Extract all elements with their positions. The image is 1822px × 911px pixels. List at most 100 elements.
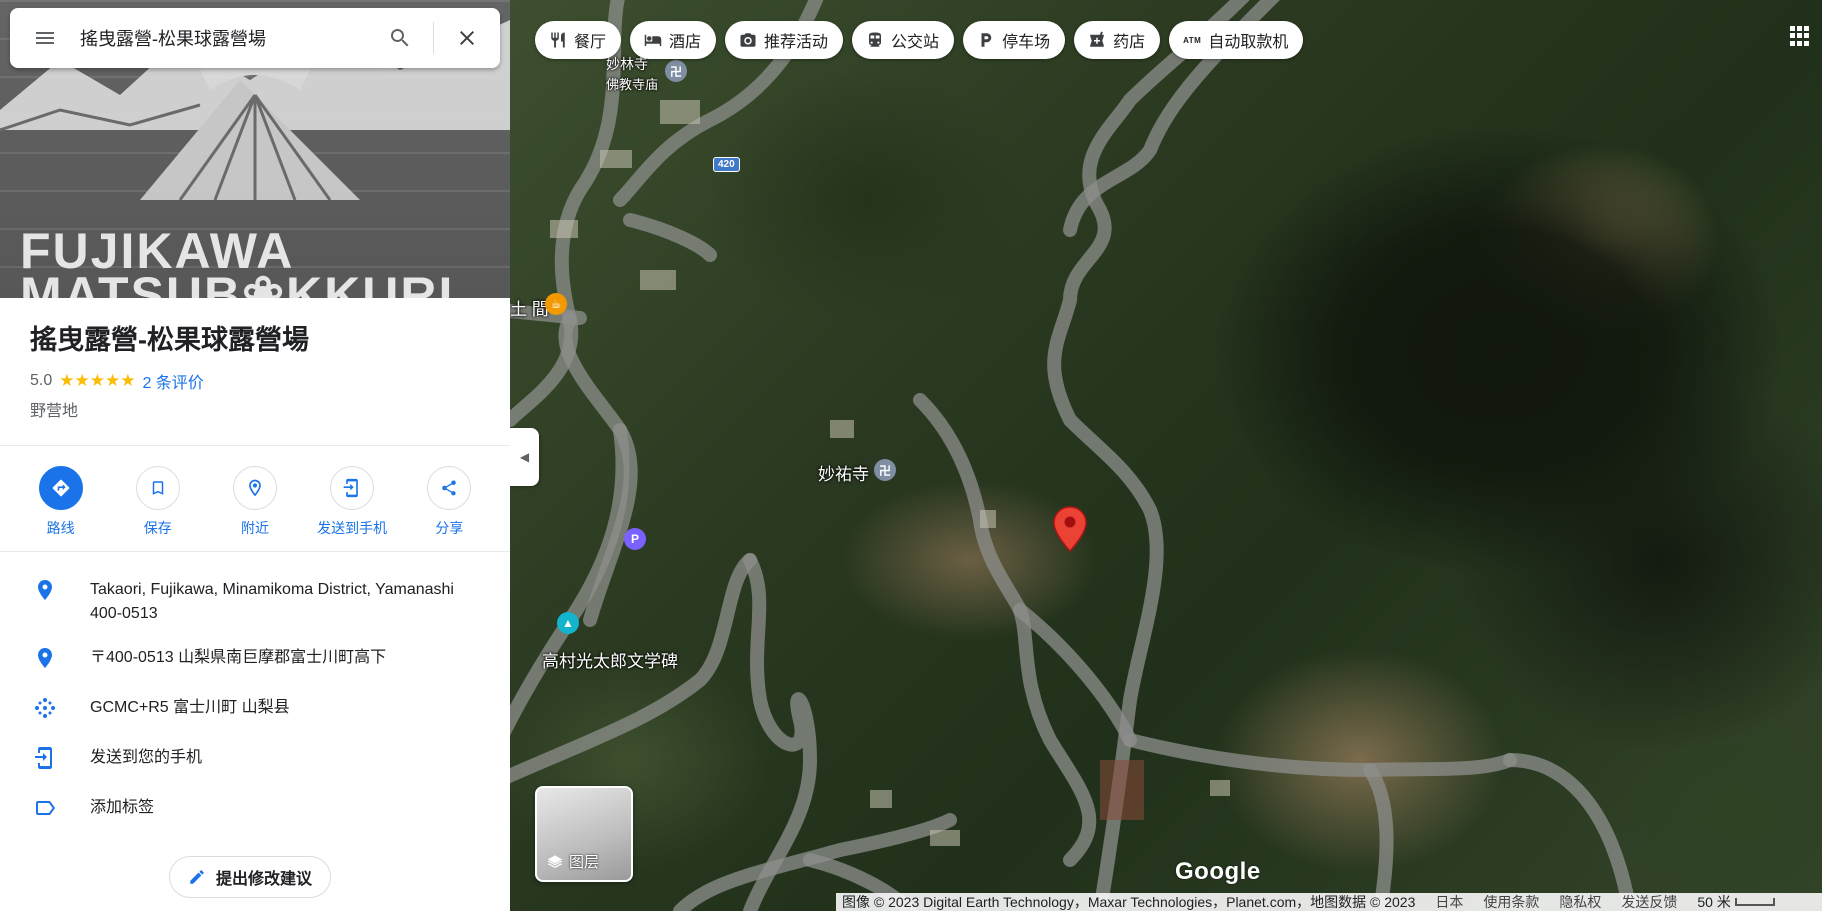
- send-phone-row[interactable]: 发送到您的手机: [0, 736, 510, 786]
- cafe-poi-icon[interactable]: ☕: [545, 293, 567, 315]
- restaurant-icon: [551, 32, 565, 48]
- close-button[interactable]: [434, 8, 500, 68]
- chevron-left-icon: ◀: [519, 450, 530, 464]
- chip-label: 自动取款机: [1208, 34, 1289, 51]
- send-to-phone-icon: [343, 478, 358, 498]
- atm-icon: ATM: [1183, 35, 1202, 45]
- apps-grid-icon[interactable]: [1790, 26, 1810, 46]
- send-to-phone-circle: [330, 466, 375, 510]
- chip-hotels[interactable]: 酒店: [630, 21, 717, 59]
- parking-icon: [981, 33, 992, 47]
- action-label: 附近: [240, 520, 269, 536]
- plus-code-icon-wrap: [0, 696, 90, 720]
- chip-label: 餐厅: [574, 34, 607, 51]
- place-info: 搖曳露營-松果球露營場 5.0 ★★★★★ 2 条评价 野营地 路线 保存 附近…: [0, 298, 510, 836]
- scale-ruler: [1734, 898, 1775, 906]
- add-label-row[interactable]: 添加标签: [0, 786, 510, 836]
- parking-poi-icon[interactable]: P: [624, 528, 646, 550]
- feedback-link[interactable]: 发送反馈: [1621, 892, 1677, 911]
- route-shield: 420: [713, 157, 740, 172]
- rating-value: 5.0: [30, 372, 53, 389]
- action-label: 发送到手机: [317, 520, 388, 536]
- location-marker-icon: [38, 648, 52, 668]
- chip-restaurants[interactable]: 餐厅: [535, 21, 622, 59]
- save-button[interactable]: 保存: [114, 466, 202, 538]
- layers-label: 图层: [569, 854, 600, 871]
- scale-label: 50 米: [1697, 894, 1731, 910]
- share-icon: [442, 480, 457, 496]
- directions-icon: [52, 479, 69, 497]
- nearby-circle: [232, 466, 277, 510]
- search-button[interactable]: [367, 8, 433, 68]
- search-box: 搖曳露營-松果球露營場: [10, 8, 500, 68]
- transit-icon: [869, 32, 882, 47]
- collapse-panel-button[interactable]: ◀: [510, 428, 539, 486]
- chip-label: 公交站: [891, 34, 940, 51]
- nearby-button[interactable]: 附近: [211, 466, 299, 538]
- layers-button[interactable]: 图层: [535, 786, 633, 882]
- directions-circle: [38, 466, 83, 510]
- search-input[interactable]: 搖曳露營-松果球露營場: [80, 25, 367, 51]
- logo-text-line2: MATSUB❀KKURI: [20, 267, 455, 298]
- temple-poi-icon[interactable]: 卍: [665, 60, 687, 82]
- suggest-edit-label: 提出修改建议: [216, 871, 313, 888]
- send-phone-icon-wrap: [0, 746, 90, 770]
- menu-button[interactable]: [10, 8, 80, 68]
- address-jp: 〒400-0513 山梨県南巨摩郡富士川町高下: [90, 649, 387, 666]
- hotel-icon: [644, 34, 662, 46]
- chip-label: 酒店: [669, 34, 702, 51]
- monument-poi-icon[interactable]: ▲: [557, 612, 579, 634]
- location-marker-icon: [38, 580, 52, 600]
- share-button[interactable]: 分享: [405, 466, 493, 538]
- plus-code: GCMC+R5 富士川町 山梨县: [90, 699, 290, 716]
- layers-icon: [547, 854, 563, 868]
- attribution-text: 图像 © 2023 Digital Earth Technology，Maxar…: [842, 894, 1416, 910]
- pharmacy-icon: [1090, 31, 1104, 47]
- address-icon-wrap: [0, 578, 90, 602]
- share-circle: [427, 466, 472, 510]
- rating-stars: ★★★★★: [59, 371, 136, 390]
- location-pin-icon[interactable]: [1053, 506, 1087, 552]
- send-to-phone-icon: [35, 747, 52, 769]
- close-icon: [460, 31, 474, 45]
- send-phone-text: 发送到您的手机: [90, 749, 203, 766]
- chip-transit[interactable]: 公交站: [852, 21, 955, 59]
- directions-button[interactable]: 路线: [17, 466, 105, 538]
- reviews-link[interactable]: 2 条评价: [142, 369, 203, 393]
- map-canvas[interactable]: 妙林寺 佛教寺庙 卍 420 土 間 ☕ 妙祐寺 卍 P ▲ 高村光太郎文学碑 …: [510, 0, 1822, 911]
- nearby-icon: [249, 479, 261, 497]
- action-label: 路线: [46, 520, 75, 536]
- chip-label: 药店: [1113, 34, 1146, 51]
- action-buttons: 路线 保存 附近 发送到手机 分享: [0, 446, 510, 551]
- map-label-place-partial[interactable]: 土 間: [510, 295, 549, 320]
- map-label-temple2[interactable]: 妙祐寺: [818, 460, 869, 485]
- camera-icon: [740, 33, 756, 47]
- send-to-phone-button[interactable]: 发送到手机: [308, 466, 396, 538]
- terms-link[interactable]: 使用条款: [1483, 892, 1539, 911]
- scale-bar[interactable]: 50 米: [1697, 892, 1775, 911]
- label-tag-icon: [36, 801, 55, 815]
- chip-things-to-do[interactable]: 推荐活动: [725, 21, 844, 59]
- privacy-link[interactable]: 隐私权: [1559, 892, 1601, 911]
- details-list: Takaori, Fujikawa, Minamikoma District, …: [0, 552, 510, 836]
- region-link[interactable]: 日本: [1435, 892, 1463, 911]
- chip-label: 推荐活动: [764, 34, 829, 51]
- suggest-edit-button[interactable]: 提出修改建议: [169, 856, 332, 898]
- place-panel: FUJIKAWA MATSUB❀KKURI 搖曳露營-松果球露營場 搖曳露營-松…: [0, 0, 510, 911]
- chip-pharmacies[interactable]: 药店: [1074, 21, 1161, 59]
- map-footer: 图像 © 2023 Digital Earth Technology，Maxar…: [836, 893, 1822, 911]
- action-label: 保存: [143, 520, 172, 536]
- address-en-row[interactable]: Takaori, Fujikawa, Minamikoma District, …: [0, 568, 510, 636]
- place-category[interactable]: 野营地: [30, 397, 510, 421]
- temple-poi-icon[interactable]: 卍: [874, 459, 896, 481]
- address-jp-row[interactable]: 〒400-0513 山梨県南巨摩郡富士川町高下: [0, 636, 510, 686]
- plus-code-row[interactable]: GCMC+R5 富士川町 山梨县: [0, 686, 510, 736]
- rating-row: 5.0 ★★★★★ 2 条评价: [30, 369, 510, 393]
- chip-atm[interactable]: ATM 自动取款机: [1169, 21, 1304, 59]
- google-logo: Google: [1175, 858, 1261, 885]
- chip-parking[interactable]: 停车场: [963, 21, 1066, 59]
- map-roads: [510, 0, 1637, 911]
- pencil-icon: [190, 870, 204, 884]
- map-label-monument[interactable]: 高村光太郎文学碑: [542, 647, 678, 672]
- layers-label-wrap: 图层: [547, 851, 599, 872]
